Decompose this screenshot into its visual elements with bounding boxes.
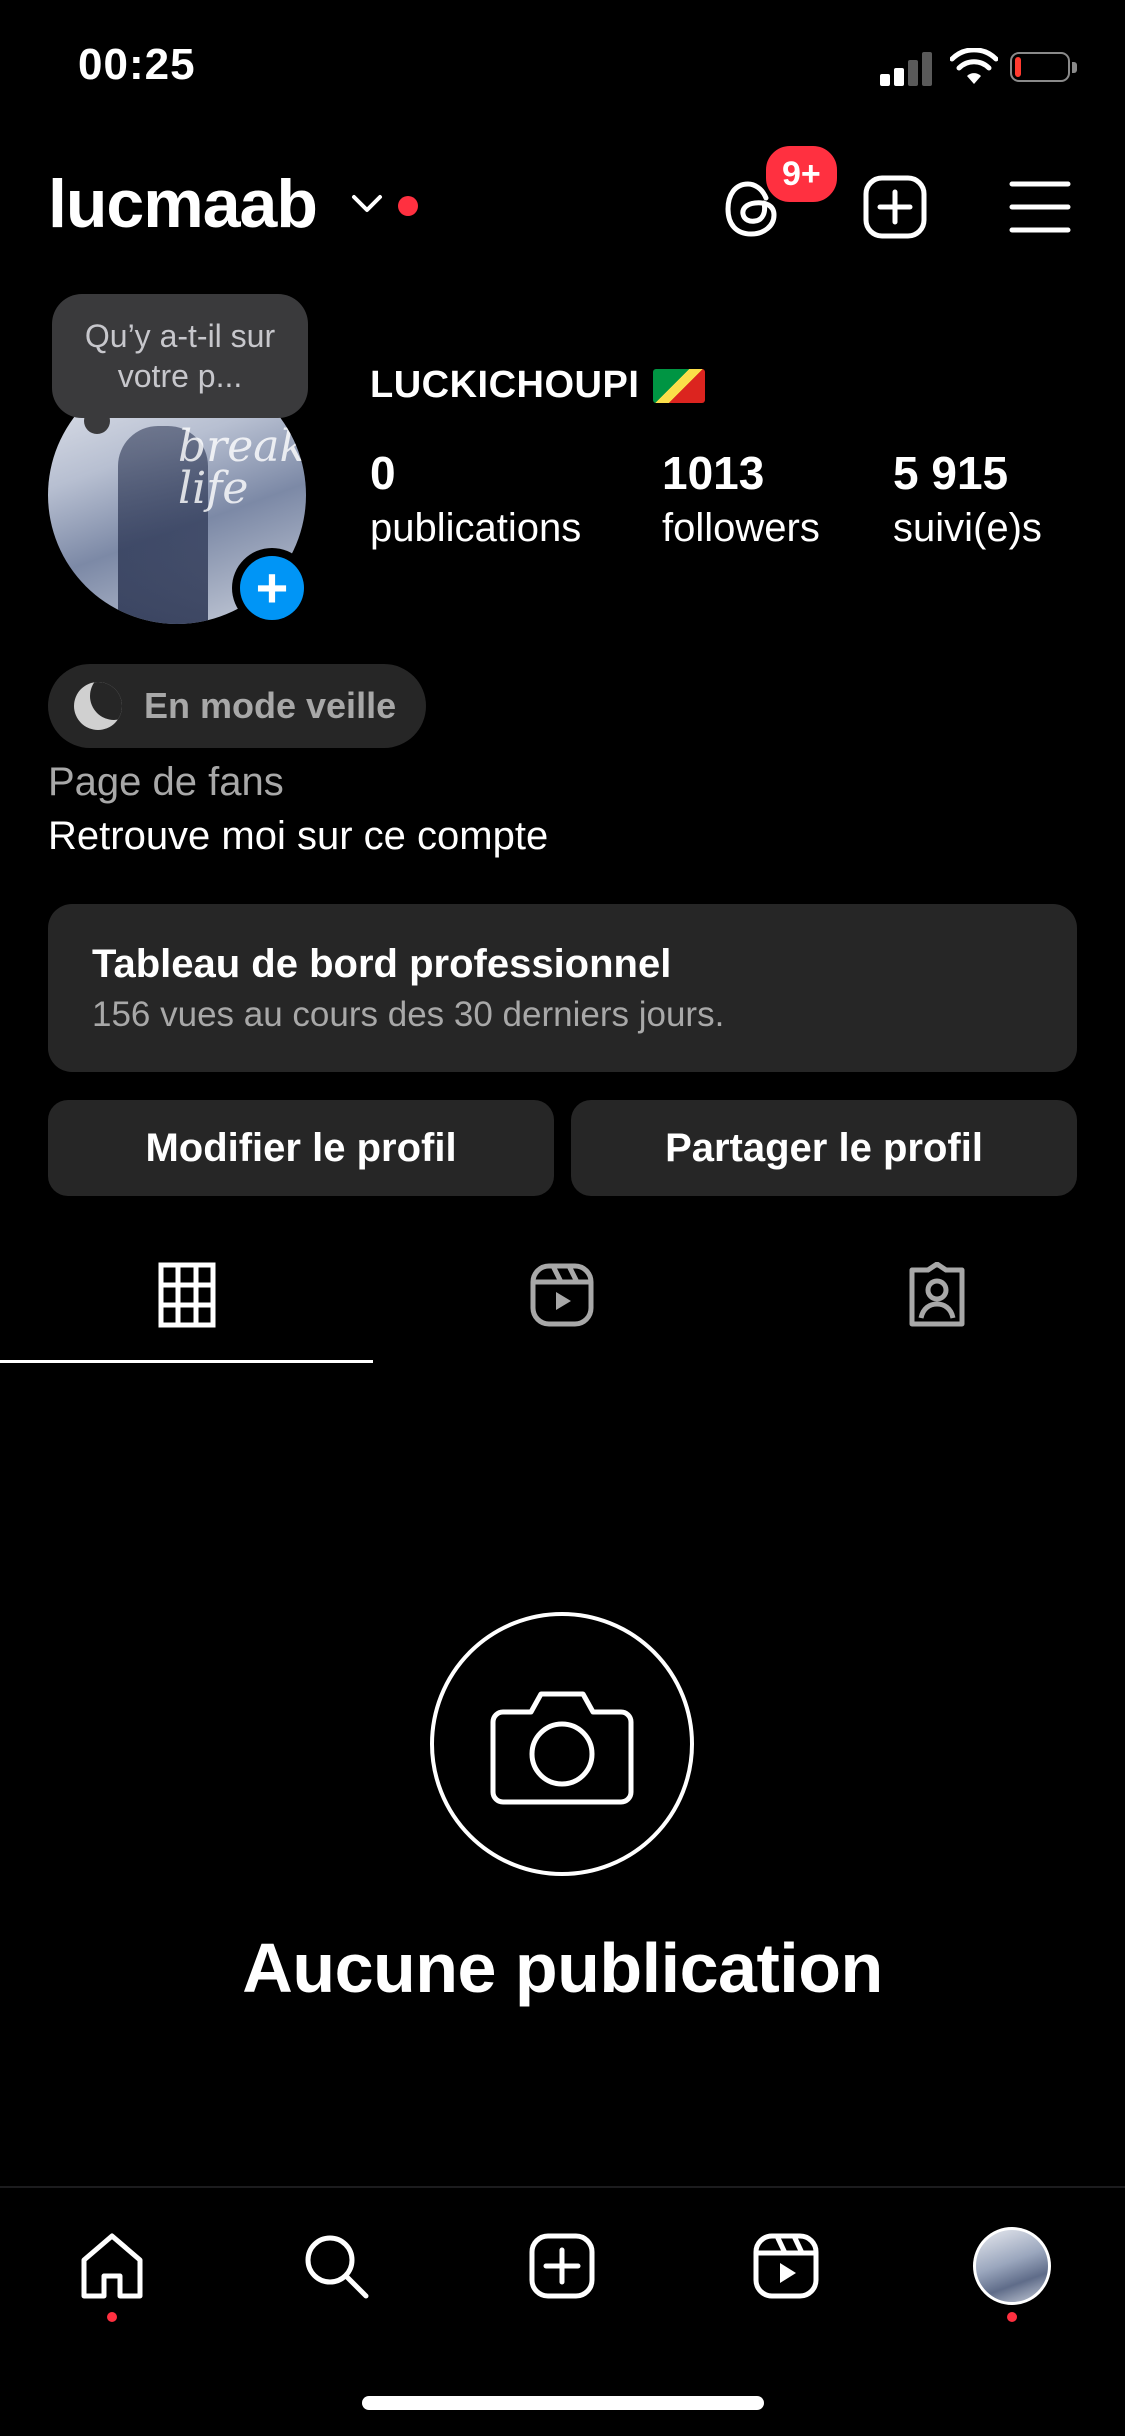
reels-icon	[530, 1263, 594, 1327]
battery-icon	[1010, 52, 1080, 84]
empty-state-camera	[430, 1612, 694, 1876]
reels-icon	[753, 2233, 819, 2299]
status-chip-label: En mode veille	[144, 685, 397, 726]
create-icon	[529, 2233, 595, 2299]
active-tab-indicator	[0, 1360, 373, 1363]
cellular-signal-icon	[880, 52, 932, 86]
empty-state-title: Aucune publication	[242, 1929, 883, 2007]
display-name-text: LUCKICHOUPI	[370, 364, 640, 406]
moon-icon	[74, 682, 122, 730]
add-story-button[interactable]: +	[232, 548, 312, 628]
dashboard-subtitle: 156 vues au cours des 30 derniers jours.	[92, 995, 725, 1034]
congo-flag-icon	[653, 368, 706, 403]
notification-badge: 9+	[762, 142, 841, 206]
display-name: LUCKICHOUPI	[370, 364, 706, 407]
home-notification-dot	[107, 2312, 117, 2322]
bottom-nav-divider	[0, 2186, 1125, 2188]
menu-icon[interactable]	[1008, 178, 1072, 236]
status-chip[interactable]: En mode veille	[48, 664, 427, 748]
unread-dot	[398, 196, 418, 216]
stat-following[interactable]: 5 915 suivi(e)s	[893, 446, 1042, 551]
tab-grid[interactable]	[0, 1262, 374, 1362]
nav-profile[interactable]	[970, 2224, 1054, 2308]
nav-reels[interactable]	[744, 2224, 828, 2308]
nav-search[interactable]	[294, 2224, 378, 2308]
stat-followers[interactable]: 1013 followers	[662, 446, 820, 551]
tab-tagged[interactable]	[750, 1262, 1124, 1362]
search-icon	[305, 2235, 369, 2299]
note-bubble[interactable]: Qu’y a-t-il sur votre p...	[52, 294, 308, 418]
wifi-icon	[949, 47, 999, 86]
professional-dashboard-card[interactable]: Tableau de bord professionnel 156 vues a…	[48, 904, 1077, 1072]
home-icon	[81, 2233, 143, 2299]
nav-home[interactable]	[70, 2224, 154, 2308]
grid-icon	[158, 1262, 216, 1328]
profile-bio: Retrouve moi sur ce compte	[48, 814, 549, 858]
new-post-icon[interactable]	[862, 174, 928, 240]
status-time: 00:25	[78, 40, 196, 89]
avatar-overlay-text: break life	[178, 421, 306, 514]
edit-profile-button[interactable]: Modifier le profil	[48, 1100, 554, 1196]
home-indicator	[362, 2396, 764, 2410]
stat-publications[interactable]: 0 publications	[370, 446, 581, 551]
share-profile-button[interactable]: Partager le profil	[571, 1100, 1077, 1196]
profile-category: Page de fans	[48, 760, 284, 804]
camera-icon	[490, 1691, 634, 1805]
stat-value: 1013	[662, 447, 765, 499]
tab-reels[interactable]	[375, 1262, 749, 1362]
stat-value: 0	[370, 447, 396, 499]
stat-label: publications	[370, 506, 582, 550]
profile-avatar-small	[973, 2227, 1051, 2305]
plus-icon: +	[240, 556, 304, 620]
profile-notification-dot	[1007, 2312, 1017, 2322]
dashboard-title: Tableau de bord professionnel	[92, 942, 672, 986]
stat-label: suivi(e)s	[893, 506, 1042, 550]
stat-value: 5 915	[893, 447, 1009, 499]
username-switcher[interactable]: lucmaab	[48, 165, 318, 243]
chevron-down-icon[interactable]	[350, 192, 384, 216]
tagged-icon	[909, 1262, 965, 1327]
nav-create[interactable]	[520, 2224, 604, 2308]
stat-label: followers	[662, 506, 820, 550]
